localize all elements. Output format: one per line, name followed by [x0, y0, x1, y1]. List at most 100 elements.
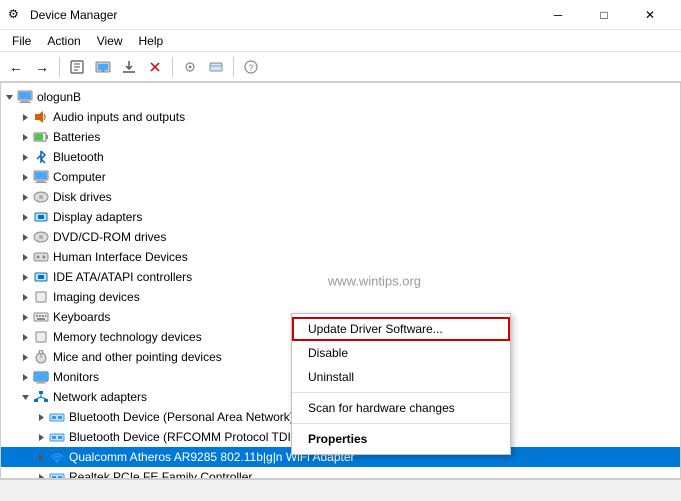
- tree-label-display: Display adapters: [53, 210, 142, 224]
- tree-item-diskdrives[interactable]: Disk drives: [1, 187, 680, 207]
- tree-icon-keyboards: [33, 309, 49, 325]
- minimize-button[interactable]: ─: [535, 0, 581, 30]
- tree-expand-diskdrives[interactable]: [17, 189, 33, 205]
- close-button[interactable]: ✕: [627, 0, 673, 30]
- tree-label-hid: Human Interface Devices: [53, 250, 188, 264]
- tree-icon-net1: [49, 409, 65, 425]
- tree-label-dvd: DVD/CD-ROM drives: [53, 230, 166, 244]
- menu-bar: FileActionViewHelp: [0, 30, 681, 52]
- tree-icon-bluetooth: [33, 149, 49, 165]
- tree-icon-net3: [49, 449, 65, 465]
- toolbar: ← →: [0, 52, 681, 82]
- tree-label-computer: Computer: [53, 170, 106, 184]
- ctx-item-disable[interactable]: Disable: [292, 341, 510, 365]
- status-bar: [0, 479, 681, 501]
- tree-icon-diskdrives: [33, 189, 49, 205]
- tree-label-diskdrives: Disk drives: [53, 190, 112, 204]
- tree-label-keyboards: Keyboards: [53, 310, 110, 324]
- toolbar-help[interactable]: ?: [239, 55, 263, 79]
- tree-expand-display[interactable]: [17, 209, 33, 225]
- tree-icon-memory: [33, 329, 49, 345]
- tree-item-root[interactable]: ologunB: [1, 87, 680, 107]
- tree-item-ide[interactable]: IDE ATA/ATAPI controllers: [1, 267, 680, 287]
- toolbar-sep-2: [172, 57, 173, 77]
- tree-label-root: ologunB: [37, 90, 81, 104]
- tree-expand-net4[interactable]: [33, 469, 49, 478]
- tree-expand-monitors[interactable]: [17, 369, 33, 385]
- tree-icon-batteries: [33, 129, 49, 145]
- tree-item-audio[interactable]: Audio inputs and outputs: [1, 107, 680, 127]
- tree-expand-dvd[interactable]: [17, 229, 33, 245]
- tree-icon-net4: [49, 469, 65, 478]
- tree-icon-monitors: [33, 369, 49, 385]
- tree-expand-computer[interactable]: [17, 169, 33, 185]
- tree-icon-ide: [33, 269, 49, 285]
- ctx-sep-3: [292, 392, 510, 393]
- toolbar-scan[interactable]: [91, 55, 115, 79]
- toolbar-resources[interactable]: [204, 55, 228, 79]
- tree-expand-mice[interactable]: [17, 349, 33, 365]
- tree-label-imaging: Imaging devices: [53, 290, 140, 304]
- tree-item-net4[interactable]: Realtek PCIe FE Family Controller: [1, 467, 680, 478]
- toolbar-sep-3: [233, 57, 234, 77]
- tree-icon-mice: [33, 349, 49, 365]
- tree-expand-keyboards[interactable]: [17, 309, 33, 325]
- tree-expand-memory[interactable]: [17, 329, 33, 345]
- ctx-item-scan-for-hardware-changes[interactable]: Scan for hardware changes: [292, 396, 510, 420]
- tree-expand-audio[interactable]: [17, 109, 33, 125]
- tree-expand-batteries[interactable]: [17, 129, 33, 145]
- tree-label-net4: Realtek PCIe FE Family Controller: [69, 470, 252, 478]
- tree-icon-network: [33, 389, 49, 405]
- tree-expand-imaging[interactable]: [17, 289, 33, 305]
- tree-label-audio: Audio inputs and outputs: [53, 110, 185, 124]
- tree-expand-hid[interactable]: [17, 249, 33, 265]
- tree-expand-root[interactable]: [1, 89, 17, 105]
- toolbar-uninstall[interactable]: [143, 55, 167, 79]
- ctx-item-properties[interactable]: Properties: [292, 427, 510, 451]
- toolbar-back[interactable]: ←: [4, 55, 28, 79]
- context-menu: Update Driver Software...DisableUninstal…: [291, 313, 511, 455]
- menu-item-action[interactable]: Action: [39, 30, 88, 52]
- tree-item-bluetooth[interactable]: Bluetooth: [1, 147, 680, 167]
- tree-icon-display: [33, 209, 49, 225]
- tree-icon-dvd: [33, 229, 49, 245]
- tree-label-bluetooth: Bluetooth: [53, 150, 104, 164]
- toolbar-properties[interactable]: [65, 55, 89, 79]
- toolbar-show-hidden[interactable]: [178, 55, 202, 79]
- tree-icon-root: [17, 89, 33, 105]
- toolbar-update[interactable]: [117, 55, 141, 79]
- tree-item-display[interactable]: Display adapters: [1, 207, 680, 227]
- menu-item-file[interactable]: File: [4, 30, 39, 52]
- tree-expand-net1[interactable]: [33, 409, 49, 425]
- tree-expand-net3[interactable]: [33, 449, 49, 465]
- tree-icon-imaging: [33, 289, 49, 305]
- tree-expand-ide[interactable]: [17, 269, 33, 285]
- main-content: ologunB Audio inputs and outputs Batteries…: [0, 82, 681, 479]
- tree-expand-bluetooth[interactable]: [17, 149, 33, 165]
- svg-text:?: ?: [249, 63, 254, 73]
- maximize-button[interactable]: □: [581, 0, 627, 30]
- ctx-item-update-driver-software---[interactable]: Update Driver Software...: [292, 317, 510, 341]
- menu-item-help[interactable]: Help: [131, 30, 172, 52]
- tree-label-net2: Bluetooth Device (RFCOMM Protocol TDI): [69, 430, 295, 444]
- ctx-item-uninstall[interactable]: Uninstall: [292, 365, 510, 389]
- tree-expand-net2[interactable]: [33, 429, 49, 445]
- tree-icon-audio: [33, 109, 49, 125]
- window-title: Device Manager: [30, 8, 535, 22]
- tree-item-hid[interactable]: Human Interface Devices: [1, 247, 680, 267]
- tree-icon-hid: [33, 249, 49, 265]
- tree-item-imaging[interactable]: Imaging devices: [1, 287, 680, 307]
- tree-item-dvd[interactable]: DVD/CD-ROM drives: [1, 227, 680, 247]
- toolbar-forward[interactable]: →: [30, 55, 54, 79]
- tree-label-memory: Memory technology devices: [53, 330, 202, 344]
- tree-label-ide: IDE ATA/ATAPI controllers: [53, 270, 192, 284]
- title-bar: ⚙ Device Manager ─ □ ✕: [0, 0, 681, 30]
- tree-label-mice: Mice and other pointing devices: [53, 350, 222, 364]
- menu-item-view[interactable]: View: [89, 30, 131, 52]
- tree-expand-network[interactable]: [17, 389, 33, 405]
- tree-icon-net2: [49, 429, 65, 445]
- tree-label-batteries: Batteries: [53, 130, 100, 144]
- tree-item-batteries[interactable]: Batteries: [1, 127, 680, 147]
- app-icon: ⚙: [8, 7, 24, 23]
- tree-item-computer[interactable]: Computer: [1, 167, 680, 187]
